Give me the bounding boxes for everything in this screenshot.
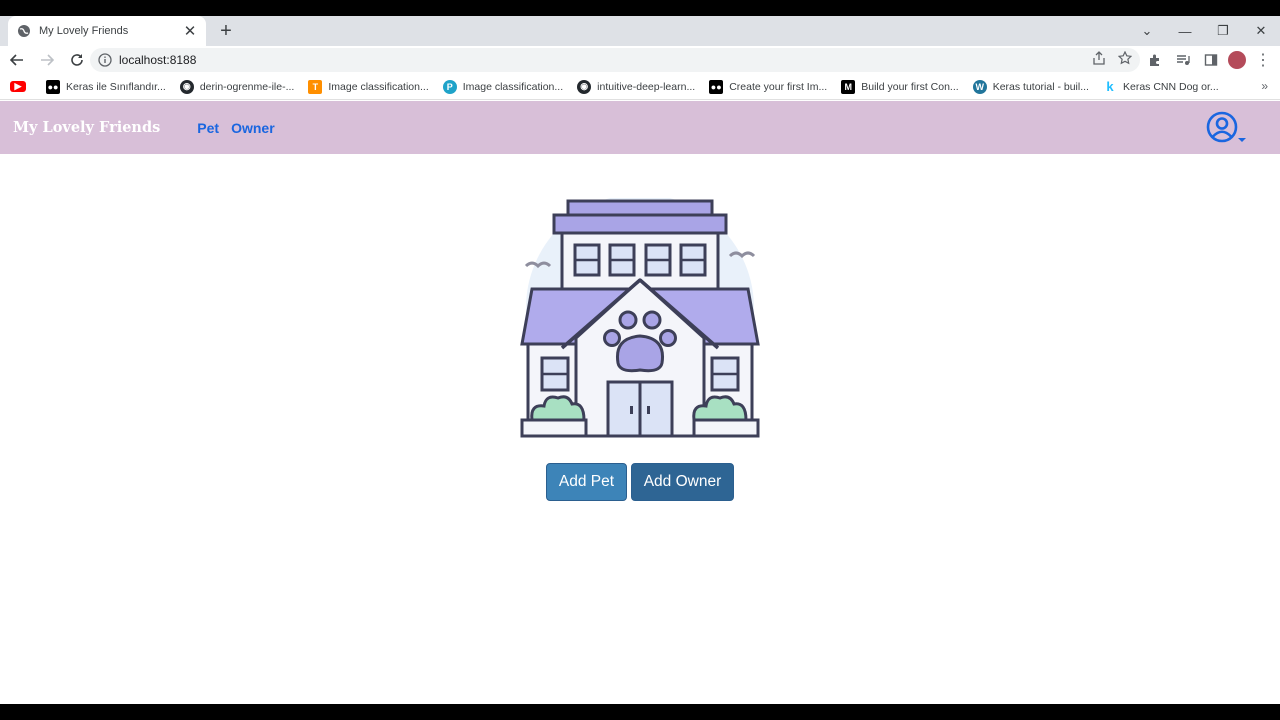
bookmark-item[interactable]: ●● Create your first Im...: [709, 79, 828, 94]
github-icon: ◉: [577, 79, 592, 94]
profile-avatar-icon[interactable]: [1228, 51, 1246, 69]
tab-strip: My Lovely Friends ✕ + ⌄ — ❐ ✕: [0, 16, 1280, 46]
kaggle-icon: k: [1106, 79, 1114, 94]
nav-links: Pet Owner: [197, 120, 274, 136]
extensions-icon[interactable]: [1144, 48, 1166, 72]
tensorflow-icon: T: [308, 79, 323, 94]
medium-m-icon: M: [841, 79, 856, 94]
user-menu-dropdown[interactable]: [1206, 111, 1246, 148]
bookmark-item[interactable]: T Image classification...: [308, 79, 429, 94]
bookmarks-overflow-icon[interactable]: »: [1261, 79, 1268, 93]
bookmark-item[interactable]: ▶: [10, 81, 32, 92]
window-controls: ⌄ — ❐ ✕: [1128, 16, 1280, 46]
url-text: localhost:8188: [119, 53, 197, 67]
side-panel-icon[interactable]: [1200, 48, 1222, 72]
medium-icon: ●●: [46, 79, 60, 94]
bookmark-label: Image classification...: [462, 80, 564, 93]
bookmark-label: Keras ile Sınıflandır...: [66, 80, 166, 93]
share-icon[interactable]: [1092, 51, 1106, 70]
toolbar-icons: ⋮: [1144, 48, 1274, 72]
action-buttons: Add Pet Add Owner: [546, 463, 734, 501]
bookmark-label: Build your first Con...: [861, 80, 959, 93]
bookmark-item[interactable]: ●● Keras ile Sınıflandır...: [46, 79, 166, 94]
brand-title[interactable]: My Lovely Friends: [13, 119, 160, 136]
bookmark-label: intuitive-deep-learn...: [597, 80, 696, 93]
window-close-icon[interactable]: ✕: [1242, 16, 1280, 46]
new-tab-icon[interactable]: +: [216, 20, 236, 42]
pet-house-illustration: [518, 194, 762, 442]
bookmark-item[interactable]: P Image classification...: [442, 79, 564, 94]
back-icon[interactable]: [4, 47, 30, 73]
tab-active[interactable]: My Lovely Friends ✕: [8, 16, 206, 46]
browser-window: My Lovely Friends ✕ + ⌄ — ❐ ✕ localhost:…: [0, 16, 1280, 704]
add-owner-button[interactable]: Add Owner: [631, 463, 734, 501]
app-navbar: My Lovely Friends Pet Owner: [0, 101, 1280, 154]
wordpress-icon: W: [972, 79, 987, 94]
site-info-icon[interactable]: [98, 53, 112, 67]
tab-search-icon[interactable]: ⌄: [1128, 16, 1166, 46]
tab-title: My Lovely Friends: [39, 25, 129, 37]
media-control-icon[interactable]: [1172, 48, 1194, 72]
paperspace-icon: P: [442, 79, 457, 94]
bookmark-label: Create your first Im...: [729, 80, 828, 93]
add-pet-button[interactable]: Add Pet: [546, 463, 627, 501]
reload-icon[interactable]: [64, 47, 90, 73]
bookmark-label: Keras tutorial - buil...: [992, 80, 1089, 93]
forward-icon[interactable]: [34, 47, 60, 73]
nav-link-pet[interactable]: Pet: [197, 120, 219, 136]
menu-kebab-icon[interactable]: ⋮: [1252, 48, 1274, 72]
bookmarks-bar: ▶ ●● Keras ile Sınıflandır... ◉ derin-og…: [0, 74, 1280, 100]
bookmark-item[interactable]: M Build your first Con...: [841, 79, 959, 94]
bookmark-item[interactable]: k Keras CNN Dog or...: [1103, 79, 1219, 94]
bookmark-label: Image classification...: [328, 80, 429, 93]
bookmark-item[interactable]: ◉ derin-ogrenme-ile-...: [179, 79, 295, 94]
user-circle-icon: [1206, 111, 1238, 148]
bookmark-label: Keras CNN Dog or...: [1122, 80, 1219, 93]
caret-down-icon: [1238, 130, 1246, 148]
bookmark-item[interactable]: ◉ intuitive-deep-learn...: [577, 79, 696, 94]
nav-link-owner[interactable]: Owner: [231, 120, 275, 136]
address-bar[interactable]: localhost:8188: [90, 48, 1140, 72]
bookmark-label: derin-ogrenme-ile-...: [199, 80, 295, 93]
restore-icon[interactable]: ❐: [1204, 16, 1242, 46]
medium-icon: ●●: [709, 79, 724, 94]
browser-toolbar: localhost:8188 ⋮: [0, 46, 1280, 74]
minimize-icon[interactable]: —: [1166, 16, 1204, 46]
bookmark-star-icon[interactable]: [1117, 50, 1133, 70]
bookmark-item[interactable]: W Keras tutorial - buil...: [972, 79, 1089, 94]
github-icon: ◉: [179, 79, 194, 94]
youtube-icon: ▶: [10, 81, 26, 92]
globe-icon: [17, 24, 31, 38]
close-tab-icon[interactable]: ✕: [182, 23, 198, 40]
